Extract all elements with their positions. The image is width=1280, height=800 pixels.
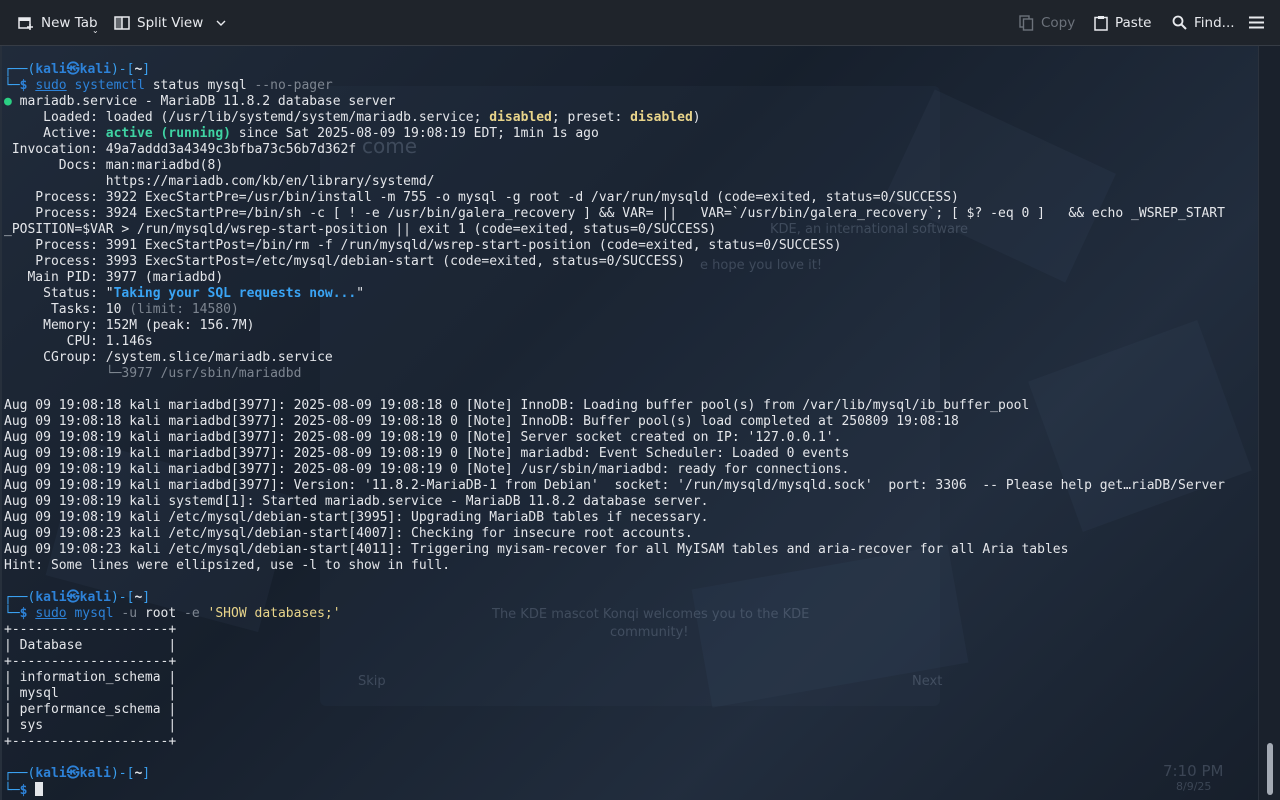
cmd-args: status mysql [144, 78, 255, 93]
new-tab-icon [18, 16, 33, 30]
journal-line: Aug 09 19:08:18 kali mariadbd[3977]: 202… [4, 398, 1030, 413]
paste-icon [1094, 15, 1108, 31]
journal-line: Aug 09 19:08:19 kali /etc/mysql/debian-s… [4, 510, 709, 525]
prompt-user: kali [35, 62, 67, 77]
cmd-sudo: sudo [35, 78, 67, 93]
search-icon [1172, 15, 1187, 30]
prompt-line: ┌──(kali㉿kali)-[~] [4, 590, 151, 605]
text-cursor [35, 782, 44, 796]
journal-line: Aug 09 19:08:23 kali /etc/mysql/debian-s… [4, 526, 693, 541]
status-process-line: Process: 3922 ExecStartPre=/usr/bin/inst… [4, 190, 959, 205]
active-command-line[interactable]: └─$ [4, 782, 44, 798]
status-active-line: Active: active (running) since Sat 2025-… [4, 126, 599, 141]
new-tab-button[interactable]: New Tab ⌄ [18, 0, 99, 45]
journal-line: Aug 09 19:08:19 kali systemd[1]: Started… [4, 494, 709, 509]
cmd-program: systemctl [74, 78, 145, 93]
status-cgroup-line: CGroup: /system.slice/mariadb.service [4, 350, 333, 365]
status-cgroup-child-line: └─3977 /usr/sbin/mariadbd [4, 366, 302, 381]
journal-line: Aug 09 19:08:23 kali /etc/mysql/debian-s… [4, 542, 1069, 557]
hamburger-menu-icon [1249, 16, 1264, 29]
journal-line: Aug 09 19:08:19 kali mariadbd[3977]: 202… [4, 446, 850, 461]
table-row: | information_schema | [4, 670, 177, 685]
service-title-line: ● mariadb.service - MariaDB 11.8.2 datab… [4, 94, 396, 109]
paste-button[interactable]: Paste [1094, 0, 1151, 45]
terminal-scrollbar[interactable] [1258, 46, 1280, 800]
status-memory-line: Memory: 152M (peak: 156.7M) [4, 318, 255, 333]
status-invocation-line: Invocation: 49a7addd3a4349c3bfba73c56b7d… [4, 142, 357, 157]
table-row: | mysql | [4, 686, 177, 701]
find-label: Find... [1194, 14, 1235, 31]
journal-line: Aug 09 19:08:19 kali mariadbd[3977]: 202… [4, 462, 850, 477]
status-process-line: Process: 3924 ExecStartPre=/bin/sh -c [ … [4, 206, 1225, 221]
split-view-label: Split View [137, 14, 204, 31]
status-tasks-line: Tasks: 10 (limit: 14580) [4, 302, 239, 317]
new-tab-dropdown-icon[interactable]: ⌄ [92, 26, 99, 35]
prompt-host: kali [79, 62, 111, 77]
table-header: | Database | [4, 638, 177, 653]
new-tab-label: New Tab [41, 14, 98, 31]
prompt-symbol: $ [19, 78, 28, 93]
status-docs-url-line: https://mariadb.com/kb/en/library/system… [4, 174, 435, 189]
table-border: +--------------------+ [4, 622, 177, 637]
status-loaded-line: Loaded: loaded (/usr/lib/systemd/system/… [4, 110, 701, 125]
table-row: | sys | [4, 718, 177, 733]
table-border: +--------------------+ [4, 654, 177, 669]
cmd-flag: --no-pager [254, 78, 333, 93]
status-status-line: Status: "Taking your SQL requests now...… [4, 286, 365, 301]
prompt-line: ┌──(kali㉿kali)-[~] [4, 62, 151, 77]
status-process-line: Process: 3993 ExecStartPost=/etc/mysql/d… [4, 254, 685, 269]
hamburger-menu-button[interactable] [1249, 0, 1264, 45]
copy-label: Copy [1041, 14, 1076, 31]
status-docs-line: Docs: man:mariadbd(8) [4, 158, 224, 173]
terminal-output[interactable]: ┌──(kali㉿kali)-[~] └─$ sudo systemctl st… [0, 46, 1258, 800]
status-mainpid-line: Main PID: 3977 (mariadbd) [4, 270, 224, 285]
table-row: | performance_schema | [4, 702, 177, 717]
status-process-line: _POSITION=$VAR > /run/mysqld/wsrep-start… [4, 222, 717, 237]
journal-hint-line: Hint: Some lines were ellipsized, use -l… [4, 558, 451, 573]
split-view-icon [114, 15, 130, 30]
chevron-down-icon[interactable] [215, 17, 227, 29]
status-process-line: Process: 3991 ExecStartPost=/bin/rm -f /… [4, 238, 842, 253]
copy-button[interactable]: Copy [1019, 0, 1075, 45]
copy-icon [1019, 14, 1034, 31]
journal-line: Aug 09 19:08:19 kali mariadbd[3977]: Ver… [4, 478, 1225, 493]
journal-line: Aug 09 19:08:18 kali mariadbd[3977]: 202… [4, 414, 959, 429]
konsole-toolbar: New Tab ⌄ Split View Copy Paste Find... [0, 0, 1280, 46]
split-view-button[interactable]: Split View [114, 0, 227, 45]
table-border: +--------------------+ [4, 734, 177, 749]
prompt-line: ┌──(kali㉿kali)-[~] [4, 766, 151, 781]
status-cpu-line: CPU: 1.146s [4, 334, 153, 349]
scrollbar-thumb[interactable] [1267, 743, 1273, 795]
command-line: └─$ sudo systemctl status mysql --no-pag… [4, 78, 333, 93]
find-button[interactable]: Find... [1172, 0, 1235, 45]
paste-label: Paste [1115, 14, 1152, 31]
command-line: └─$ sudo mysql -u root -e 'SHOW database… [4, 606, 341, 621]
journal-line: Aug 09 19:08:19 kali mariadbd[3977]: 202… [4, 430, 842, 445]
